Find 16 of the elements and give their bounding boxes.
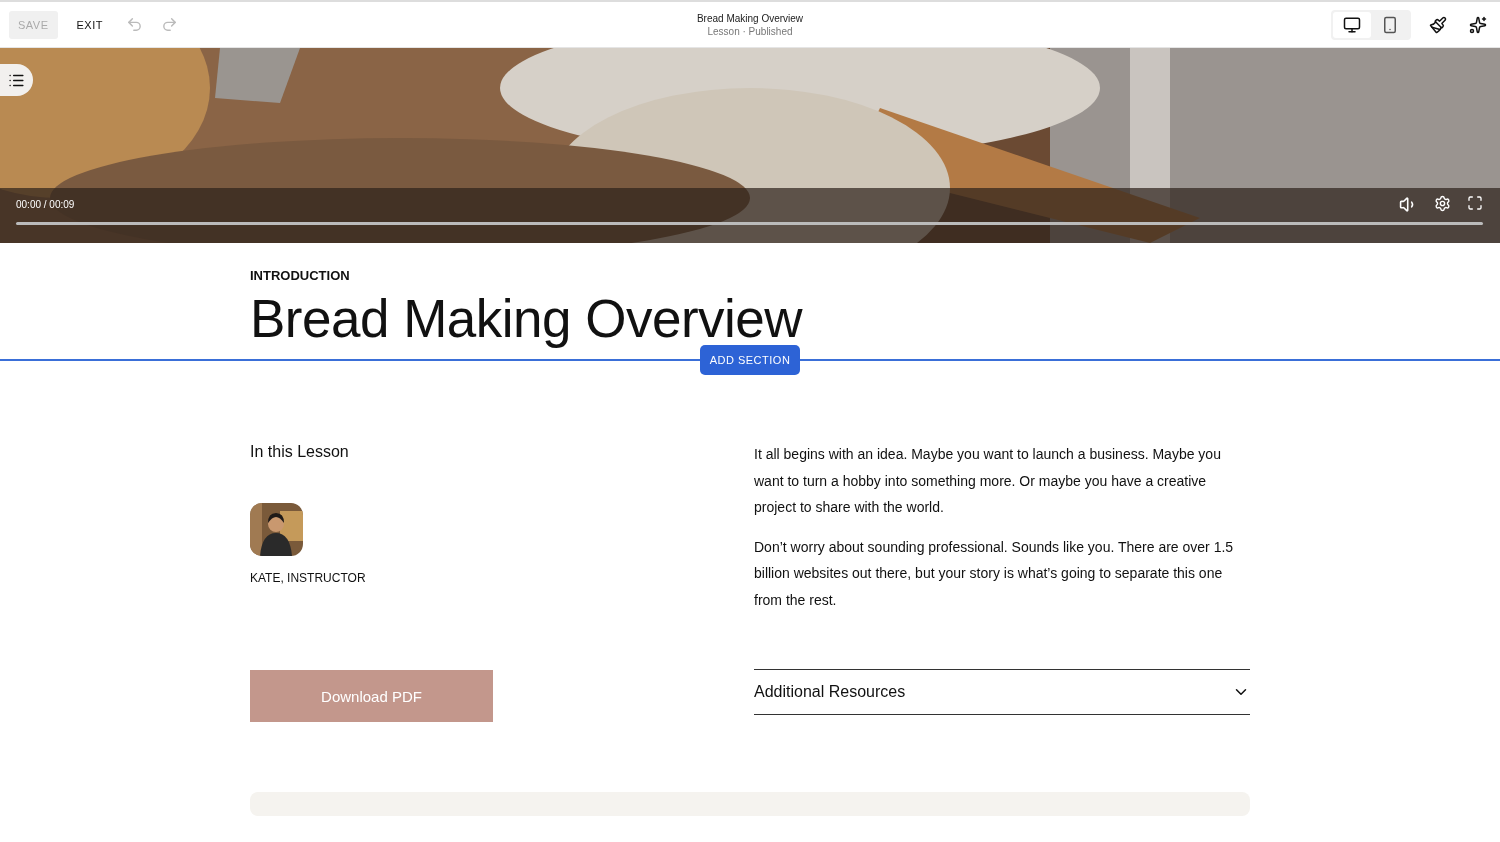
accordion-header[interactable]: Additional Resources bbox=[754, 669, 1250, 715]
video-time: 00:00 / 00:09 bbox=[16, 199, 75, 210]
exit-button[interactable]: EXIT bbox=[67, 10, 112, 39]
instructor-caption: KATE, INSTRUCTOR bbox=[250, 571, 367, 585]
section-heading: In this Lesson bbox=[250, 443, 350, 461]
outline-menu-button[interactable] bbox=[0, 64, 33, 96]
phone-icon bbox=[1381, 15, 1399, 34]
settings-icon[interactable] bbox=[1434, 195, 1451, 214]
desktop-view-button[interactable] bbox=[1333, 11, 1371, 38]
page-status: Lesson · Published bbox=[706, 24, 794, 38]
page-title: Bread Making Overview bbox=[696, 11, 804, 25]
body-paragraph: It all begins with an idea. Maybe you want to launch a business. Maybe you want to turn a hobby into something more. Or maybe you have a creative project to share with the world. bbox=[754, 445, 1222, 517]
section-eyebrow: INTRODUCTION bbox=[250, 268, 351, 283]
add-section-button[interactable]: ADD SECTION bbox=[699, 345, 801, 375]
monitor-icon bbox=[1343, 15, 1361, 34]
body-paragraph: Don’t worry about sounding professional. Sounds like you. There are over 1.5 billion websites out there, but your story is what’s going to separate this one from the rest. bbox=[754, 537, 1235, 610]
